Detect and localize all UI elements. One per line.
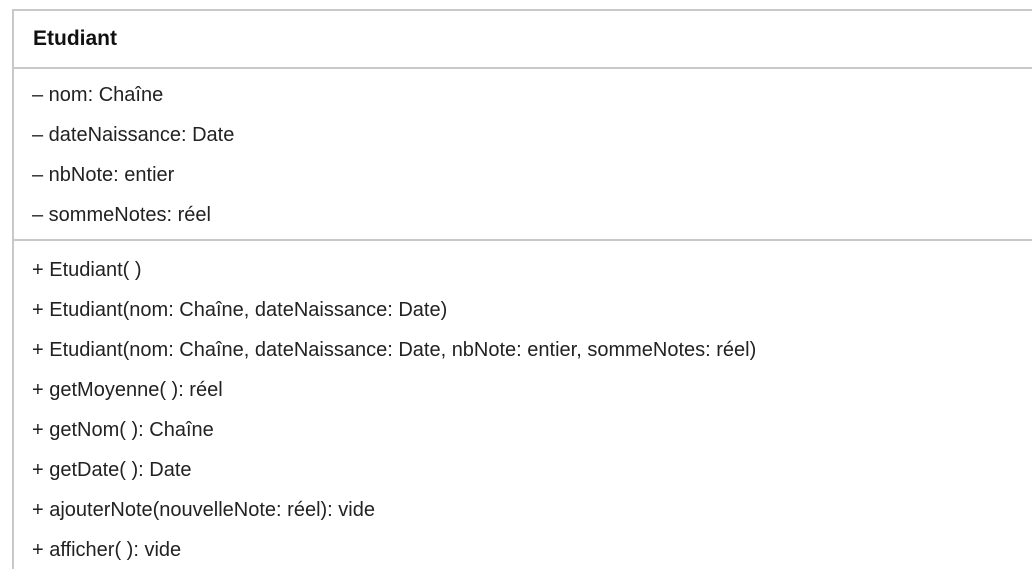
attributes-section: – nom: Chaîne – dateNaissance: Date – nb… bbox=[14, 69, 1032, 241]
method-row: + Etudiant(nom: Chaîne, dateNaissance: D… bbox=[32, 299, 448, 321]
class-header: Etudiant bbox=[14, 11, 1032, 69]
method-row: + ajouterNote(nouvelleNote: réel): vide bbox=[32, 499, 375, 521]
method-row: + getMoyenne( ): réel bbox=[32, 379, 223, 401]
attribute-row: – nbNote: entier bbox=[32, 164, 175, 186]
methods-section: + Etudiant( ) + Etudiant(nom: Chaîne, da… bbox=[14, 241, 1032, 569]
class-name: Etudiant bbox=[33, 27, 117, 50]
method-row: + getDate( ): Date bbox=[32, 459, 192, 481]
uml-class-box: Etudiant – nom: Chaîne – dateNaissance: … bbox=[12, 9, 1032, 569]
method-row: + Etudiant(nom: Chaîne, dateNaissance: D… bbox=[32, 339, 757, 361]
method-row: + afficher( ): vide bbox=[32, 539, 182, 561]
attribute-row: – sommeNotes: réel bbox=[32, 204, 211, 226]
method-row: + getNom( ): Chaîne bbox=[32, 419, 214, 441]
attribute-row: – dateNaissance: Date bbox=[32, 124, 235, 146]
method-row: + Etudiant( ) bbox=[32, 259, 142, 281]
attribute-row: – nom: Chaîne bbox=[32, 84, 164, 106]
